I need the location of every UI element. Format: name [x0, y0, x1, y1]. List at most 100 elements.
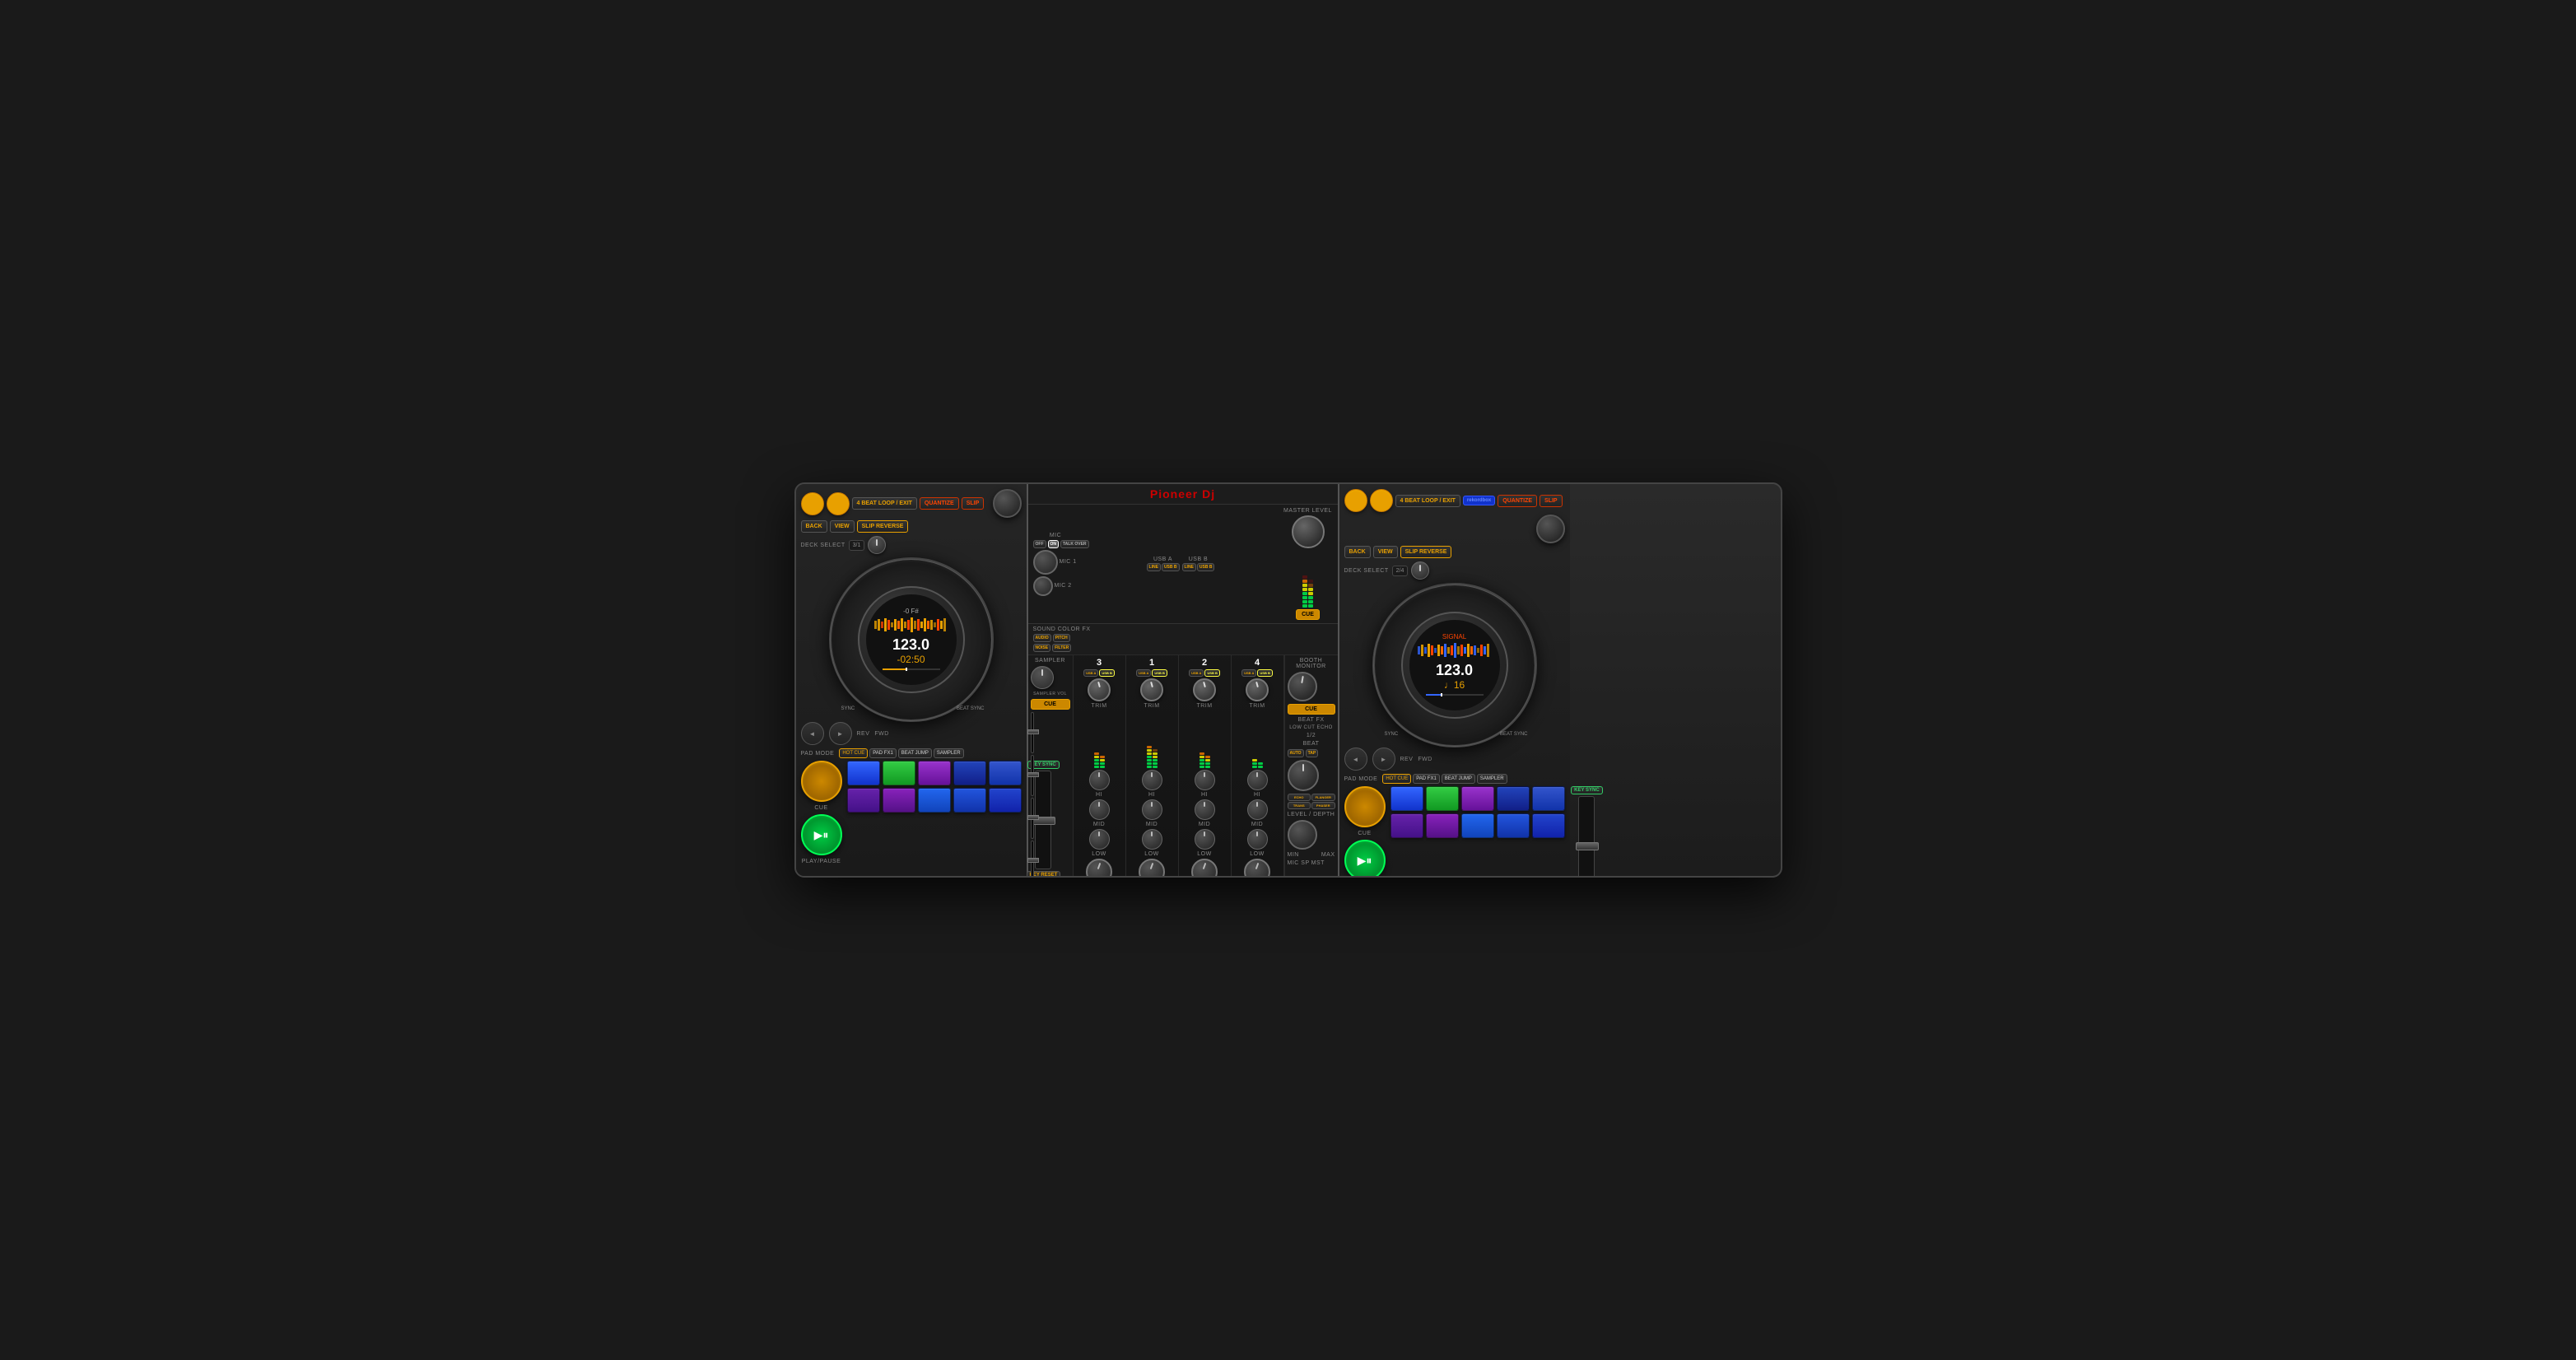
ch2-color-knob[interactable] — [1191, 859, 1218, 878]
left-slip-btn[interactable]: SLIP — [962, 497, 985, 510]
sampler-fader-1-handle[interactable] — [1027, 729, 1039, 734]
beat-fx-knob[interactable] — [1288, 760, 1319, 791]
right-quantize-btn[interactable]: QUANTIZE — [1498, 495, 1537, 507]
left-search-fwd[interactable]: ► — [829, 722, 852, 745]
right-beat-jump-btn[interactable]: BEAT JUMP — [1442, 774, 1475, 784]
right-pad-6[interactable] — [1390, 813, 1423, 838]
ch2-usba[interactable]: USB A — [1189, 669, 1204, 677]
booth-cue-btn[interactable]: CUE — [1288, 704, 1335, 715]
ch1-trim-knob[interactable] — [1140, 678, 1163, 701]
right-loop-btn[interactable]: 4 BEAT LOOP / EXIT — [1395, 495, 1460, 507]
ch1-mid-knob[interactable] — [1142, 799, 1162, 820]
noise-btn[interactable]: NOISE — [1033, 644, 1051, 652]
right-pad-9[interactable] — [1497, 813, 1530, 838]
ch1-color-knob[interactable] — [1139, 859, 1165, 878]
usb-b-usb1[interactable]: USB B — [1197, 563, 1215, 571]
ch1-hi-knob[interactable] — [1142, 770, 1162, 790]
ch3-low-knob[interactable] — [1089, 829, 1110, 850]
filter-btn[interactable]: FILTER — [1052, 644, 1071, 652]
sampler-fader-3-handle[interactable] — [1027, 815, 1039, 820]
fx-echo-btn[interactable]: ECHO — [1288, 794, 1311, 801]
left-hot-cue-btn[interactable]: HOT CUE — [839, 748, 868, 758]
usb-a-line1[interactable]: LINE — [1147, 563, 1161, 571]
right-hot-cue-btn[interactable]: HOT CUE — [1382, 774, 1411, 784]
ch2-trim-knob[interactable] — [1193, 678, 1216, 701]
ch4-low-knob[interactable] — [1247, 829, 1268, 850]
right-search-rev[interactable]: ◄ — [1344, 748, 1367, 771]
right-view-btn[interactable]: VIEW — [1373, 546, 1398, 558]
fx-flanger-btn[interactable]: FLANGER — [1311, 794, 1335, 801]
booth-knob[interactable] — [1288, 672, 1317, 701]
right-back-btn[interactable]: BACK — [1344, 546, 1371, 558]
sampler-fader-4-handle[interactable] — [1027, 858, 1039, 863]
ch1-usbb[interactable]: USB B — [1152, 669, 1167, 677]
master-knob[interactable] — [1292, 515, 1325, 548]
right-tempo-handle[interactable] — [1576, 842, 1599, 850]
right-btn-in[interactable] — [1344, 489, 1367, 512]
fx-phaser-btn[interactable]: PHASER — [1311, 802, 1335, 809]
sampler-fader-4[interactable] — [1031, 841, 1034, 878]
ch1-low-knob[interactable] — [1142, 829, 1162, 850]
right-slip-btn[interactable]: SLIP — [1540, 495, 1563, 507]
left-tempo-fader[interactable] — [1035, 771, 1051, 869]
right-search-fwd[interactable]: ► — [1372, 748, 1395, 771]
left-btn-in[interactable] — [801, 492, 824, 515]
left-search-rev[interactable]: ◄ — [801, 722, 824, 745]
right-cue-button[interactable] — [1344, 786, 1386, 827]
left-jog-adjust-knob[interactable] — [868, 536, 886, 554]
mic-off-btn[interactable]: OFF — [1033, 540, 1046, 548]
ch3-mid-knob[interactable] — [1089, 799, 1110, 820]
ch3-hi-knob[interactable] — [1089, 770, 1110, 790]
left-play-button[interactable]: ▶⏸ — [801, 814, 842, 855]
left-pad-8[interactable] — [918, 788, 951, 813]
left-pad-1[interactable] — [847, 761, 880, 785]
ch4-trim-knob[interactable] — [1246, 678, 1269, 701]
right-btn-out[interactable] — [1370, 489, 1393, 512]
right-slip-reverse-btn[interactable]: SLIP REVERSE — [1400, 546, 1452, 558]
ch3-color-knob[interactable] — [1086, 859, 1112, 878]
left-quantize-btn[interactable]: QUANTIZE — [920, 497, 959, 510]
ch2-low-knob[interactable] — [1195, 829, 1215, 850]
left-sampler-btn[interactable]: SAMPLER — [934, 748, 964, 758]
sampler-fader-2[interactable] — [1031, 755, 1034, 796]
left-view-btn[interactable]: VIEW — [830, 520, 855, 533]
ch2-mid-knob[interactable] — [1195, 799, 1215, 820]
left-btn-out[interactable] — [827, 492, 850, 515]
left-cue-button[interactable] — [801, 761, 842, 802]
ch1-usba[interactable]: USB A — [1136, 669, 1151, 677]
ch4-mid-knob[interactable] — [1247, 799, 1268, 820]
right-jog-adjust-knob[interactable] — [1411, 561, 1429, 580]
mic-on-btn[interactable]: ON — [1048, 540, 1060, 548]
sampler-cue-btn[interactable]: CUE — [1031, 699, 1070, 710]
ch2-hi-knob[interactable] — [1195, 770, 1215, 790]
beat-auto-btn[interactable]: AUTO — [1288, 749, 1304, 757]
right-sampler-btn[interactable]: SAMPLER — [1477, 774, 1507, 784]
pitch-btn[interactable]: PITCH — [1053, 634, 1070, 642]
right-pad-3[interactable] — [1461, 786, 1494, 811]
left-jog-outer[interactable]: -0 F# — [829, 557, 994, 722]
sampler-fader-3[interactable] — [1031, 798, 1034, 839]
usb-b-line1[interactable]: LINE — [1182, 563, 1196, 571]
sampler-vol-knob[interactable] — [1031, 666, 1054, 689]
ch4-usba[interactable]: USB A — [1241, 669, 1256, 677]
left-encoder[interactable] — [993, 489, 1022, 518]
right-key-sync-btn[interactable]: KEY SYNC — [1571, 786, 1603, 794]
left-pad-6[interactable] — [847, 788, 880, 813]
left-loop-btn[interactable]: 4 BEAT LOOP / EXIT — [852, 497, 917, 510]
sampler-fader-2-handle[interactable] — [1027, 772, 1039, 777]
ch4-color-knob[interactable] — [1244, 859, 1270, 878]
right-pad-10[interactable] — [1532, 813, 1565, 838]
left-pad-fx1-btn[interactable]: PAD FX1 — [869, 748, 897, 758]
ch3-usba[interactable]: USB A — [1083, 669, 1098, 677]
left-pad-4[interactable] — [953, 761, 986, 785]
left-pad-3[interactable] — [918, 761, 951, 785]
right-pad-1[interactable] — [1390, 786, 1423, 811]
right-pad-7[interactable] — [1426, 813, 1459, 838]
sampler-fader-1[interactable] — [1031, 712, 1034, 753]
left-pad-2[interactable] — [883, 761, 915, 785]
right-tempo-fader[interactable] — [1578, 796, 1595, 878]
right-deck-num[interactable]: 2/4 — [1392, 566, 1409, 576]
level-depth-knob[interactable] — [1288, 820, 1317, 850]
usb-a-usb1[interactable]: USB B — [1162, 563, 1180, 571]
audio-btn[interactable]: AUDIO — [1033, 634, 1051, 642]
